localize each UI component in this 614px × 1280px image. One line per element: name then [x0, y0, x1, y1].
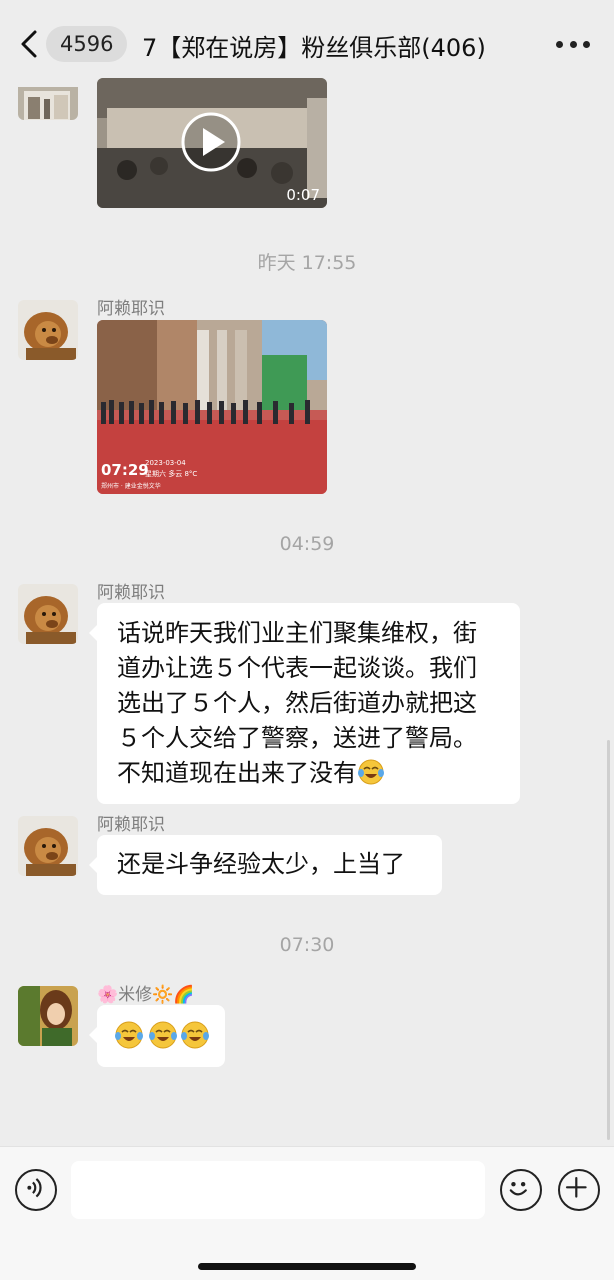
text-message-bubble[interactable]: 话说昨天我们业主们聚集维权，街 道办让选５个代表一起谈谈。我们 选出了５个人，然… — [89, 603, 520, 804]
back-button[interactable]: 4596 — [18, 24, 128, 64]
smiley-icon — [509, 1182, 527, 1196]
chat-header: 4596 7【郑在说房】粉丝俱乐部(406) — [0, 0, 614, 78]
input-bar — [0, 1146, 614, 1280]
photo-overlay-location: 郑州市 · 建业金悦文华 — [101, 482, 161, 490]
video-message[interactable]: 0:07 — [97, 78, 327, 208]
queue-photo: 07:29 2023-03-04 星期六 多云 8°C 郑州市 · 建业金悦文华 — [97, 320, 327, 494]
lion-avatar-image — [18, 584, 78, 644]
message-line: 道办让选５个代表一起谈谈。我们 — [117, 654, 477, 682]
sender-name: 🌸米修🔆🌈 — [97, 985, 195, 1005]
sender-avatar[interactable] — [18, 78, 78, 120]
voice-icon — [27, 1178, 42, 1198]
message-line: ５个人交给了警察，送进了警局。 — [117, 724, 477, 752]
video-thumbnail: 0:07 — [97, 78, 327, 208]
lion-avatar-image — [18, 816, 78, 876]
sender-avatar[interactable] — [18, 584, 78, 644]
video-duration: 0:07 — [286, 186, 320, 204]
message-input[interactable] — [71, 1161, 485, 1219]
message-line: 选出了５个人，然后街道办就把这 — [117, 689, 477, 717]
unread-count-badge: 4596 — [46, 26, 128, 62]
message-line: 还是斗争经验太少，上当了 — [117, 850, 405, 878]
message-timestamp: 07:30 — [279, 934, 335, 956]
face-with-tears-of-joy-icon — [149, 1021, 177, 1049]
emoji-message-bubble[interactable] — [89, 1005, 225, 1067]
photo-overlay-date: 2023-03-04 — [145, 459, 186, 467]
more-functions-button[interactable] — [558, 1169, 600, 1211]
photo-overlay-caption: 星期六 多云 8°C — [145, 469, 197, 478]
home-indicator — [198, 1263, 416, 1270]
scrollbar[interactable] — [607, 740, 610, 1140]
face-with-tears-of-joy-icon — [115, 1021, 143, 1049]
chat-title[interactable]: 7【郑在说房】粉丝俱乐部(406) — [142, 28, 486, 63]
girl-avatar-image — [18, 986, 78, 1046]
lion-avatar-image — [18, 300, 78, 360]
sender-avatar[interactable] — [18, 300, 78, 360]
sender-name: 阿赖耶识 — [97, 583, 165, 603]
sender-name: 阿赖耶识 — [97, 815, 165, 835]
message-line: 话说昨天我们业主们聚集维权，街 — [117, 619, 477, 647]
message-timestamp: 04:59 — [279, 533, 335, 555]
more-options-button[interactable] — [556, 32, 590, 56]
chevron-left-icon — [21, 30, 37, 58]
message-line: 不知道现在出来了没有 — [117, 759, 357, 787]
sender-name: 阿赖耶识 — [97, 299, 165, 319]
text-message-bubble[interactable]: 还是斗争经验太少，上当了 — [89, 835, 442, 895]
face-with-tears-of-joy-icon — [181, 1021, 209, 1049]
emoji-button[interactable] — [500, 1169, 542, 1211]
sender-avatar[interactable] — [18, 816, 78, 876]
sender-avatar[interactable] — [18, 986, 78, 1046]
photo-overlay-time: 07:29 — [101, 461, 149, 479]
avatar-image — [18, 87, 78, 120]
plus-icon — [565, 1176, 587, 1198]
image-message[interactable]: 07:29 2023-03-04 星期六 多云 8°C 郑州市 · 建业金悦文华 — [97, 320, 327, 494]
voice-button[interactable] — [15, 1169, 57, 1211]
face-with-tears-of-joy-icon-group — [115, 1021, 209, 1049]
message-timestamp: 昨天 17:55 — [257, 252, 357, 274]
more-dots-icon — [556, 40, 563, 48]
face-with-tears-of-joy-icon — [358, 759, 384, 785]
